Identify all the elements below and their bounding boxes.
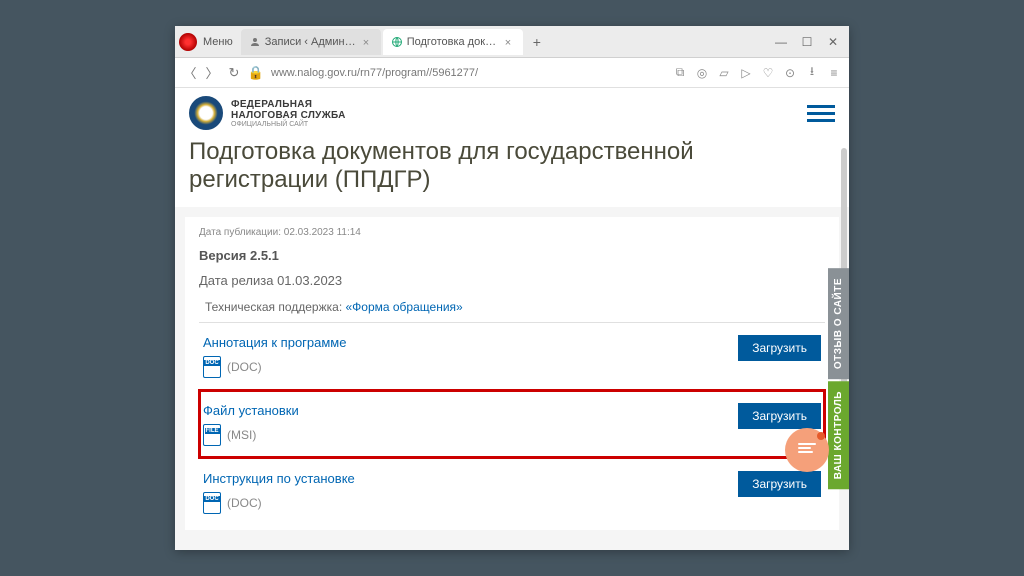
camera-icon[interactable]: ◎ — [695, 66, 709, 80]
close-icon[interactable]: × — [505, 37, 515, 47]
new-tab-button[interactable]: + — [525, 34, 549, 50]
page-title: Подготовка документов для государственно… — [189, 138, 835, 193]
feedback-tab[interactable]: ОТЗЫВ О САЙТЕ — [828, 268, 849, 379]
download-ext: (MSI) — [227, 428, 256, 442]
download-ext: (DOC) — [227, 496, 262, 510]
download-row-manual: Инструкция по установке DOC (DOC) Загруз… — [199, 458, 825, 526]
browser-window: Меню Записи ‹ Админкин — W… × Подготовка… — [175, 26, 849, 550]
maximize-button[interactable]: ☐ — [795, 29, 819, 55]
msi-file-icon: FILE — [203, 424, 221, 446]
chat-icon — [798, 443, 816, 457]
site-header: ФЕДЕРАЛЬНАЯ НАЛОГОВАЯ СЛУЖБА ОФИЦИАЛЬНЫЙ… — [175, 88, 849, 138]
address-bar-icons: ⧉ ◎ ▱ ▷ ♡ ⊙ ⭳ ≡ — [673, 66, 841, 80]
download-button[interactable]: Загрузить — [738, 403, 821, 429]
page-content: ФЕДЕРАЛЬНАЯ НАЛОГОВАЯ СЛУЖБА ОФИЦИАЛЬНЫЙ… — [175, 88, 849, 550]
download-icon[interactable]: ⭳ — [805, 66, 819, 80]
menu-label[interactable]: Меню — [203, 36, 233, 48]
chat-button[interactable] — [785, 428, 829, 472]
more-icon[interactable]: ≡ — [827, 66, 841, 80]
download-title[interactable]: Аннотация к программе — [203, 335, 738, 350]
minimize-button[interactable]: — — [769, 29, 793, 55]
doc-file-icon: DOC — [203, 492, 221, 514]
site-name: ФЕДЕРАЛЬНАЯ НАЛОГОВАЯ СЛУЖБА ОФИЦИАЛЬНЫЙ… — [231, 99, 346, 128]
download-ext: (DOC) — [227, 360, 262, 374]
content-box: Дата публикации: 02.03.2023 11:14 Версия… — [185, 217, 839, 530]
site-name-line3: ОФИЦИАЛЬНЫЙ САЙТ — [231, 121, 346, 128]
site-name-line1: ФЕДЕРАЛЬНАЯ — [231, 99, 346, 110]
download-row-annotation: Аннотация к программе DOC (DOC) Загрузит… — [199, 322, 825, 390]
version-label: Версия 2.5.1 — [199, 248, 825, 263]
forward-icon[interactable]: 〉 — [205, 66, 219, 80]
site-name-line2: НАЛОГОВАЯ СЛУЖБА — [231, 110, 346, 121]
opera-menu-icon[interactable] — [179, 33, 197, 51]
close-icon[interactable]: × — [363, 37, 373, 47]
window-controls: — ☐ ✕ — [769, 29, 845, 55]
support-line: Техническая поддержка: «Форма обращения» — [199, 300, 825, 314]
doc-file-icon: DOC — [203, 356, 221, 378]
url-field[interactable]: www.nalog.gov.ru/rn77/program//5961277/ — [271, 67, 665, 79]
support-link[interactable]: «Форма обращения» — [345, 300, 462, 314]
publication-date: Дата публикации: 02.03.2023 11:14 — [199, 227, 825, 238]
tab-inactive[interactable]: Записи ‹ Админкин — W… × — [241, 29, 381, 55]
wallet-icon[interactable]: ▱ — [717, 66, 731, 80]
control-tab[interactable]: ВАШ КОНТРОЛЬ — [828, 381, 849, 489]
back-icon[interactable]: 〈 — [183, 66, 197, 80]
heart-icon[interactable]: ♡ — [761, 66, 775, 80]
reload-icon[interactable]: ↻ — [227, 66, 241, 80]
tab-title: Подготовка документов д… — [407, 36, 501, 48]
play-icon[interactable]: ▷ — [739, 66, 753, 80]
download-button[interactable]: Загрузить — [738, 335, 821, 361]
download-title[interactable]: Инструкция по установке — [203, 471, 738, 486]
globe-icon — [391, 36, 403, 48]
profile-icon[interactable]: ⊙ — [783, 66, 797, 80]
address-bar: 〈 〉 ↻ 🔒 www.nalog.gov.ru/rn77/program//5… — [175, 58, 849, 88]
download-button[interactable]: Загрузить — [738, 471, 821, 497]
menu-button[interactable] — [807, 101, 835, 125]
support-label: Техническая поддержка: — [205, 300, 345, 314]
person-icon — [249, 36, 261, 48]
download-title[interactable]: Файл установки — [203, 403, 738, 418]
fns-logo-icon[interactable] — [189, 96, 223, 130]
tab-title: Записи ‹ Админкин — W… — [265, 36, 359, 48]
release-date: Дата релиза 01.03.2023 — [199, 273, 825, 288]
page-title-block: Подготовка документов для государственно… — [175, 138, 849, 207]
tab-active[interactable]: Подготовка документов д… × — [383, 29, 523, 55]
close-button[interactable]: ✕ — [821, 29, 845, 55]
lock-icon: 🔒 — [249, 66, 263, 80]
tab-bar: Меню Записи ‹ Админкин — W… × Подготовка… — [175, 26, 849, 58]
download-row-installer: Файл установки FILE (MSI) Загрузить — [199, 390, 825, 458]
side-tabs: ОТЗЫВ О САЙТЕ ВАШ КОНТРОЛЬ — [828, 268, 849, 489]
screenshot-icon[interactable]: ⧉ — [673, 66, 687, 80]
